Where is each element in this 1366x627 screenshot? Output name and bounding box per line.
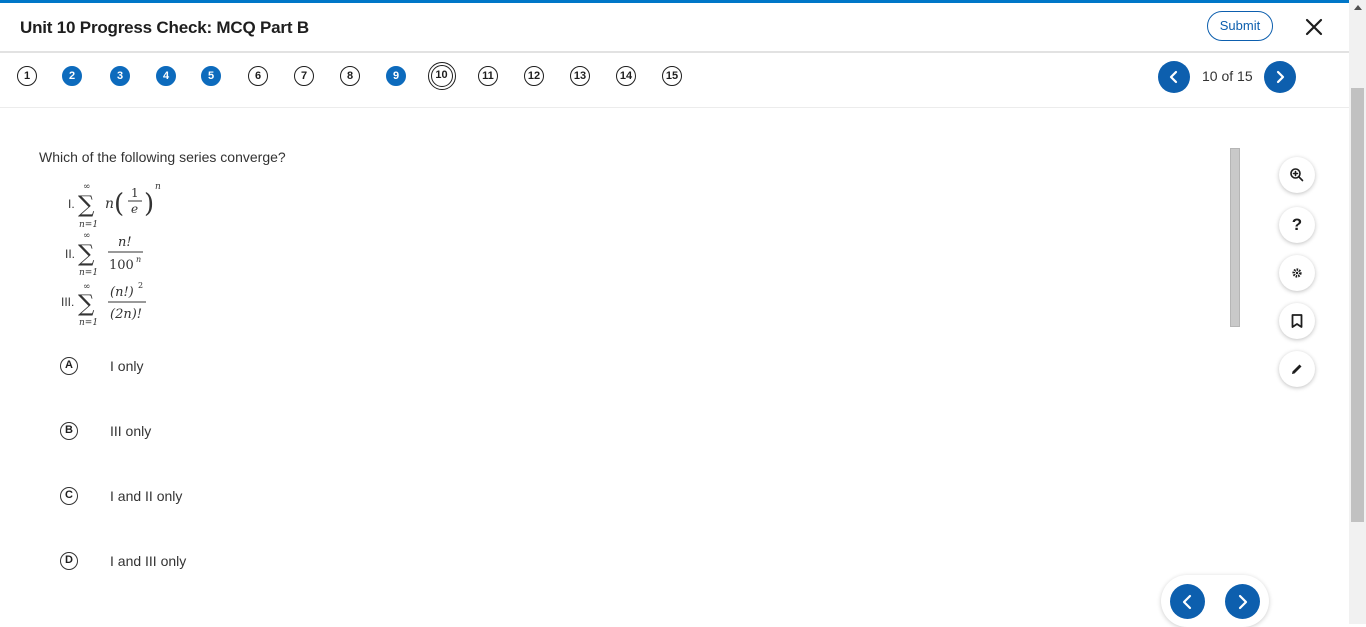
choice-text-b: III only [110,423,152,439]
choice-letter-d: D [60,552,78,570]
scrollbar-thumb[interactable] [1351,88,1364,522]
question-nav-1[interactable]: 1 [17,66,37,86]
question-nav-7[interactable]: 7 [294,66,314,86]
series-i-label: I. [68,197,75,211]
math-denominator: (2n)! [110,307,142,322]
math-exponent: 2 [138,281,143,290]
chevron-left-icon [1169,70,1178,84]
series-i-upper: ∞ [83,182,91,192]
math-paren: ) [144,189,154,219]
math-numerator: 1 [131,186,139,200]
question-nav-10-label: 10 [430,64,453,87]
math-denominator: e [131,202,138,216]
pencil-icon [1292,364,1302,374]
previous-question-button[interactable] [1158,61,1190,93]
choice-letter-a: A [60,357,78,375]
bookmark-icon [1291,314,1303,328]
sigma-symbol: ∑ [78,192,95,218]
choice-text-c: I and II only [110,488,183,504]
page-title: Unit 10 Progress Check: MCQ Part B [20,18,309,37]
series-iii: III. ∞ ∑ n=1 (n!) 2 (2n)! [61,281,146,328]
bookmark-button[interactable] [1279,303,1315,339]
chevron-right-icon [1238,594,1248,610]
series-iii-label: III. [61,295,74,309]
settings-icon [1292,268,1302,278]
chevron-right-icon [1276,70,1285,84]
bottom-navigation [1161,575,1269,627]
bottom-previous-button[interactable] [1170,584,1205,619]
math-numerator: n! [118,235,132,250]
math-exponent: n [155,182,161,192]
annotate-button[interactable] [1279,351,1315,387]
sigma-symbol: ∑ [78,291,95,317]
series-i: I. ∞ ∑ n=1 n ( 1 e ) n [68,182,161,230]
question-nav-2[interactable]: 2 [62,66,82,86]
bottom-next-button[interactable] [1225,584,1260,619]
submit-button[interactable]: Submit [1207,11,1273,41]
choice-text-a: I only [110,358,144,374]
question-nav-10-current[interactable]: 10 [428,62,456,90]
math-numerator: (n!) [110,285,134,300]
series-iii-lower: n=1 [79,318,98,328]
series-ii: II. ∞ ∑ n=1 n! 100 n [65,231,143,278]
page-indicator: 10 of 15 [1202,68,1253,84]
settings-button[interactable] [1279,255,1315,291]
panel-resize-handle[interactable] [1230,148,1240,327]
math-exponent: n [136,255,141,264]
choice-letter-b: B [60,422,78,440]
question-prompt: Which of the following series converge? [39,149,286,165]
question-nav-14[interactable]: 14 [616,66,636,86]
series-i-lower: n=1 [79,220,98,230]
choice-text-d: I and III only [110,553,187,569]
header: Unit 10 Progress Check: MCQ Part B Submi… [0,3,1349,53]
next-question-button[interactable] [1264,61,1296,93]
series-list: I. ∞ ∑ n=1 n ( 1 e ) n II. ∞ ∑ n=1 n! 10… [61,182,161,328]
question-nav-13[interactable]: 13 [570,66,590,86]
zoom-button[interactable] [1279,157,1315,193]
chevron-left-icon [1182,594,1192,610]
question-nav-4[interactable]: 4 [156,66,176,86]
series-ii-upper: ∞ [83,231,91,241]
scroll-up-icon[interactable] [1354,5,1362,10]
question-nav-15[interactable]: 15 [662,66,682,86]
math-term: n [105,196,114,212]
series-ii-label: II. [65,247,75,261]
zoom-in-icon [1290,168,1304,182]
question-navigator: 1 2 3 4 5 6 7 8 9 10 11 12 13 14 15 10 o… [0,53,1349,108]
question-nav-9[interactable]: 9 [386,66,406,86]
question-nav-11[interactable]: 11 [478,66,498,86]
series-ii-lower: n=1 [79,268,98,278]
question-nav-8[interactable]: 8 [340,66,360,86]
math-paren: ( [114,189,124,219]
help-button[interactable]: ? [1279,207,1315,243]
math-denominator: 100 [109,258,134,273]
question-nav-3[interactable]: 3 [110,66,130,86]
sigma-symbol: ∑ [78,241,95,267]
question-nav-6[interactable]: 6 [248,66,268,86]
question-nav-5[interactable]: 5 [201,66,221,86]
help-icon: ? [1291,215,1303,234]
choice-letter-c: C [60,487,78,505]
question-nav-12[interactable]: 12 [524,66,544,86]
close-icon[interactable] [1302,15,1326,39]
